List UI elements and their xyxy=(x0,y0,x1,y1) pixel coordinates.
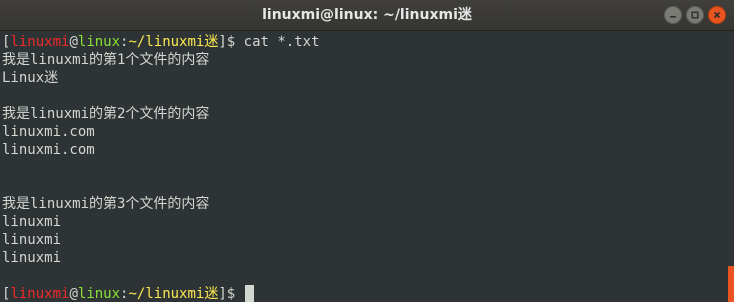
prompt-close: ]$ xyxy=(218,286,244,302)
prompt-host: linux xyxy=(77,286,121,302)
prompt-line: [linuxmi@linux:~/linuxmi迷]$ xyxy=(2,285,722,302)
output-line: Linux迷 xyxy=(2,70,59,86)
scrollbar[interactable] xyxy=(728,33,734,302)
output-line: linuxmi xyxy=(2,250,62,266)
text-cursor xyxy=(244,285,254,302)
output-line: linuxmi.com xyxy=(2,142,95,158)
terminal-window: linuxmi@linux: ~/linuxmi迷 [linuxmi@linux… xyxy=(0,0,734,302)
maximize-icon xyxy=(691,11,699,19)
window-title: linuxmi@linux: ~/linuxmi迷 xyxy=(262,7,472,23)
output-line: 我是linuxmi的第3个文件的内容 xyxy=(2,196,210,212)
prompt-user: linuxmi xyxy=(10,286,70,302)
maximize-button[interactable] xyxy=(686,6,704,24)
prompt-at: @ xyxy=(69,34,78,50)
output-line: linuxmi.com xyxy=(2,124,95,140)
title-bar[interactable]: linuxmi@linux: ~/linuxmi迷 xyxy=(0,0,734,31)
prompt-close: ]$ xyxy=(218,34,244,50)
output-line: linuxmi xyxy=(2,214,62,230)
output-line: linuxmi xyxy=(2,232,62,248)
window-controls xyxy=(664,6,726,24)
prompt-at: @ xyxy=(69,286,78,302)
command-text: cat *.txt xyxy=(243,34,320,50)
minimize-icon xyxy=(670,16,676,18)
terminal-output[interactable]: [linuxmi@linux:~/linuxmi迷]$ cat *.txt 我是… xyxy=(2,33,722,302)
prompt-host: linux xyxy=(77,34,121,50)
prompt-user: linuxmi xyxy=(10,34,70,50)
minimize-button[interactable] xyxy=(664,6,682,24)
prompt-path: ~/linuxmi迷 xyxy=(128,286,219,302)
close-icon xyxy=(713,11,721,19)
close-button[interactable] xyxy=(708,6,726,24)
prompt-path: ~/linuxmi迷 xyxy=(128,34,219,50)
command-line: [linuxmi@linux:~/linuxmi迷]$ cat *.txt xyxy=(2,33,722,51)
output-line: 我是linuxmi的第2个文件的内容 xyxy=(2,106,210,122)
output-line: 我是linuxmi的第1个文件的内容 xyxy=(2,52,210,68)
scrollbar-thumb[interactable] xyxy=(728,266,734,302)
